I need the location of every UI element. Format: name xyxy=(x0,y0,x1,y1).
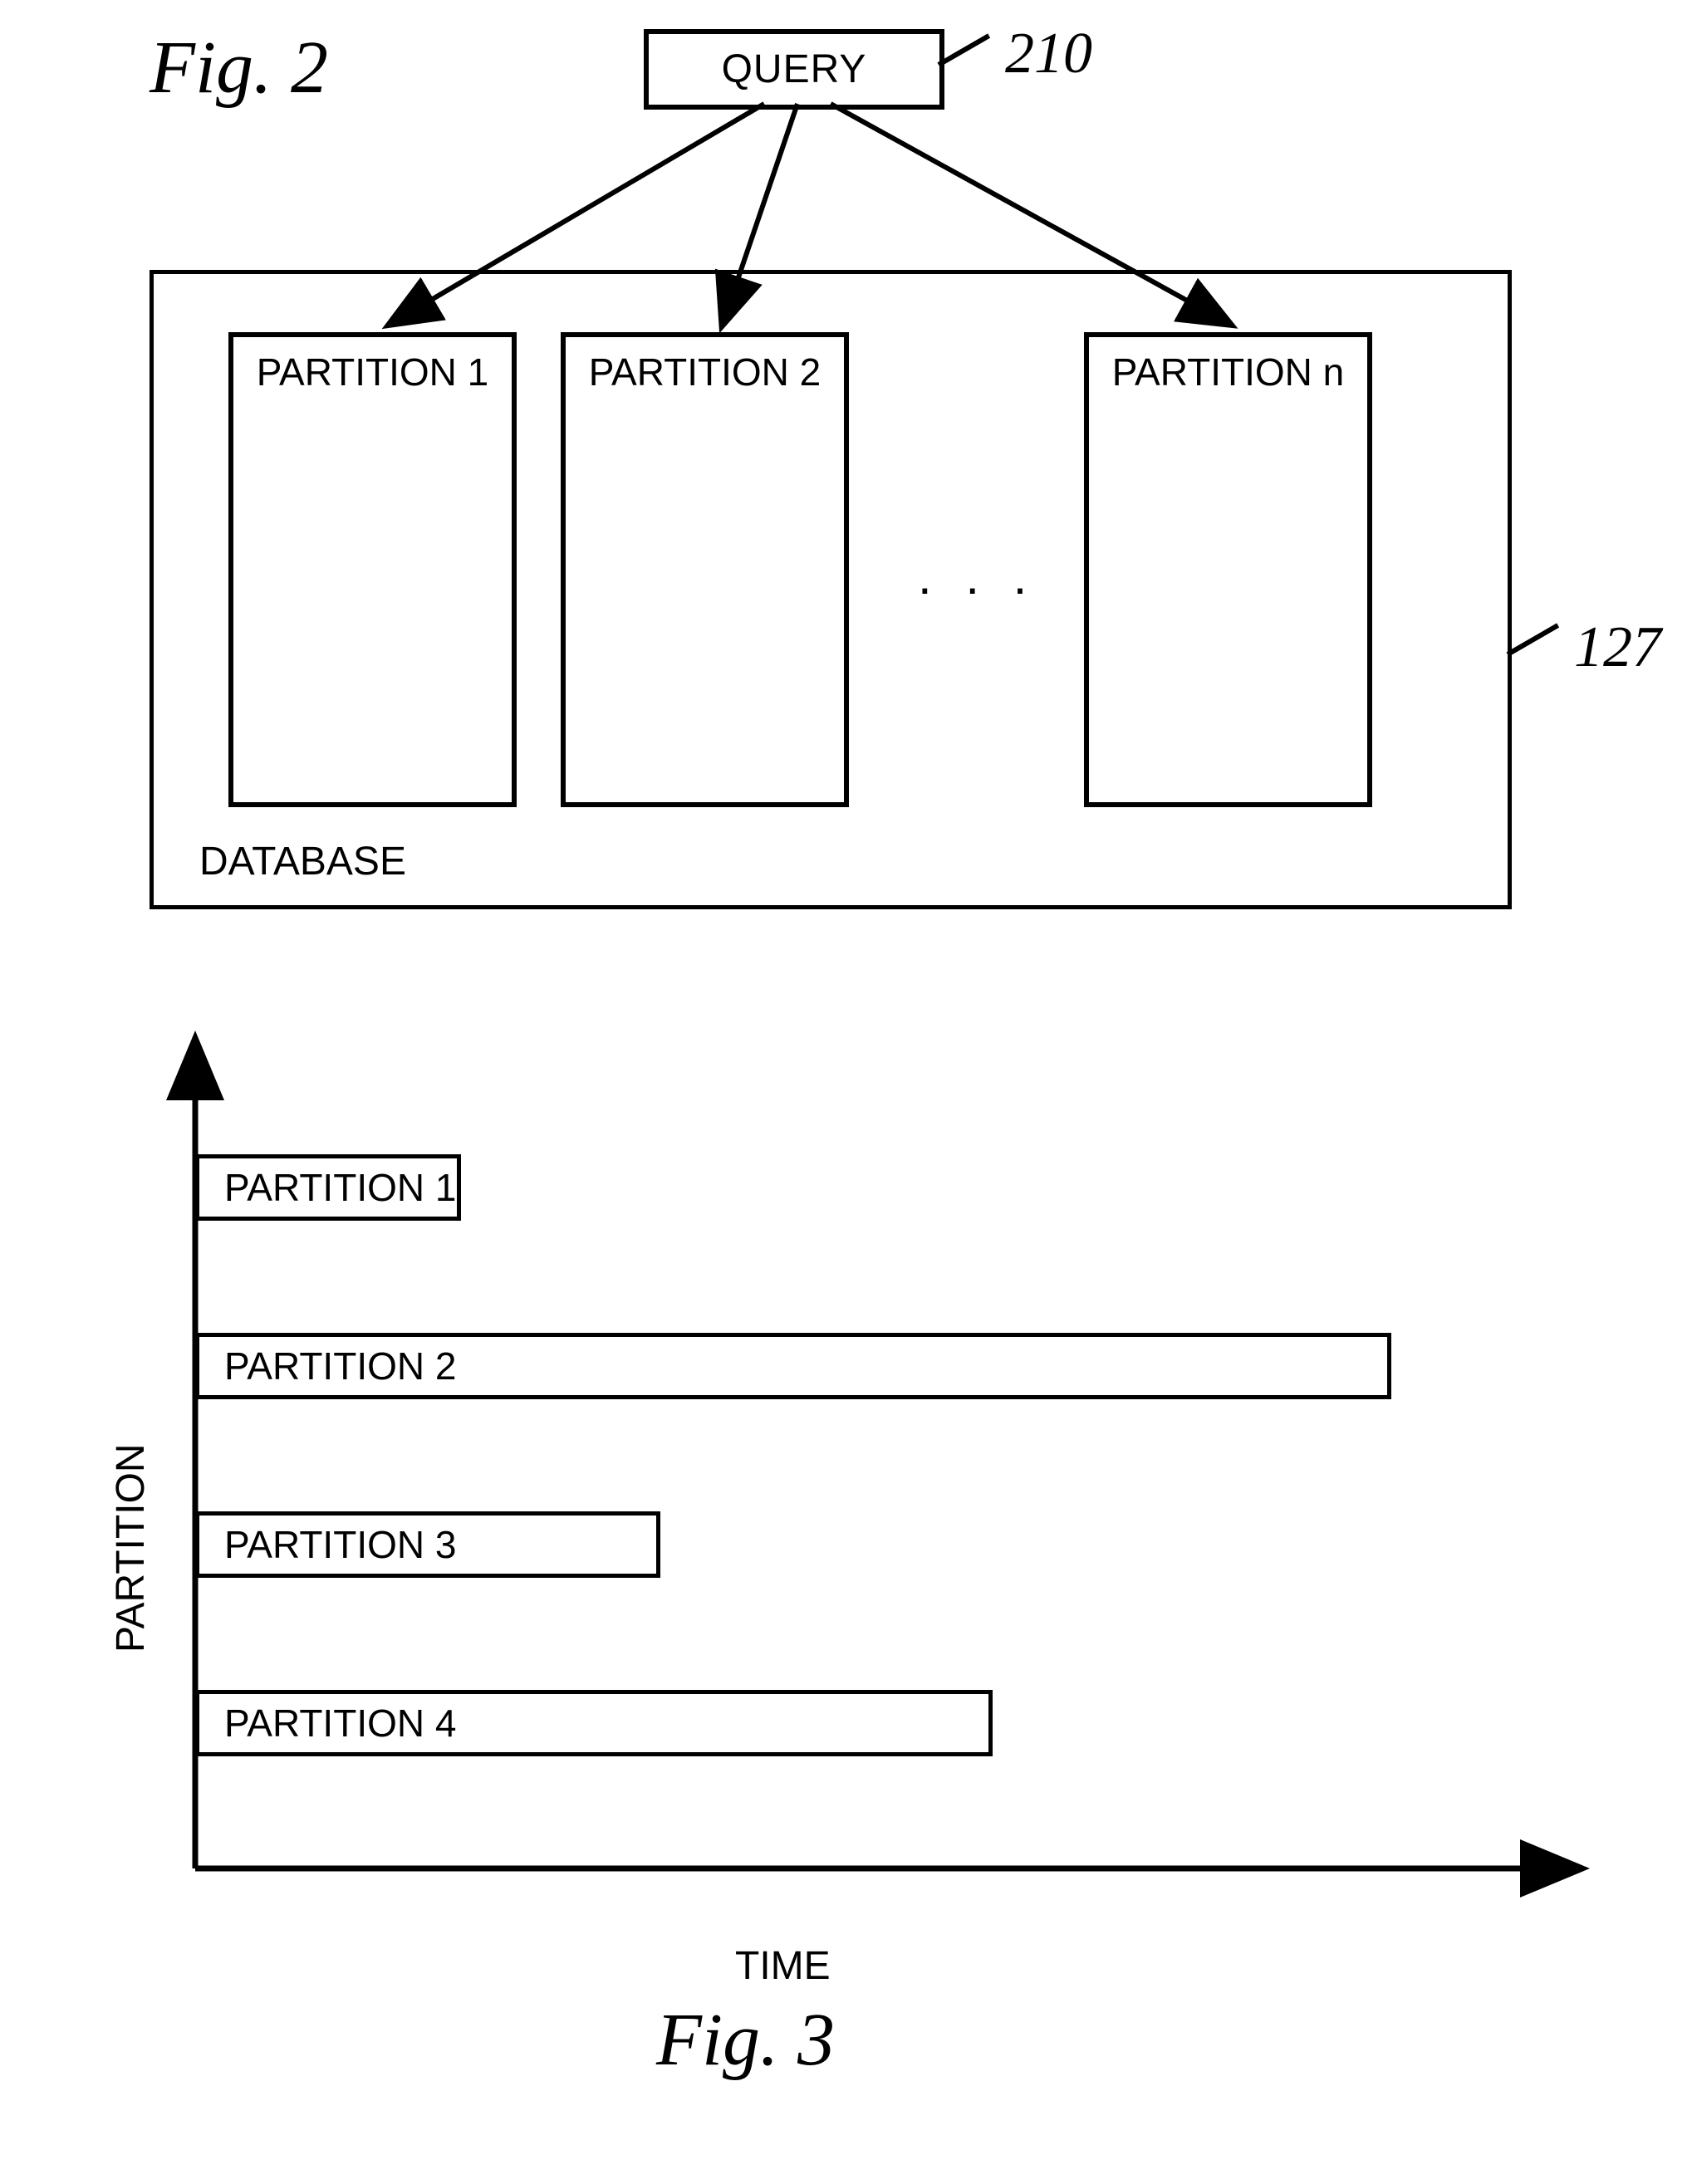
partition-2-label: PARTITION 2 xyxy=(566,350,844,394)
figure-3-title: Fig. 3 xyxy=(656,1997,835,2083)
partition-1-label: PARTITION 1 xyxy=(233,350,512,394)
partition-1-box: PARTITION 1 xyxy=(228,332,517,807)
partition-n-box: PARTITION n xyxy=(1084,332,1372,807)
chart-fig3: PARTITION 1 PARTITION 2 PARTITION 3 PARTITI… xyxy=(0,1021,1692,2184)
database-label: DATABASE xyxy=(199,839,406,884)
bar-partition-3: PARTITION 3 xyxy=(195,1511,660,1578)
y-axis-label: PARTITION xyxy=(108,1443,154,1653)
bar-label-partition-1: PARTITION 1 xyxy=(224,1165,456,1210)
bar-label-partition-3: PARTITION 3 xyxy=(224,1522,456,1567)
bars-container: PARTITION 1 PARTITION 2 PARTITION 3 PARTITI… xyxy=(195,1121,1524,1868)
page: Fig. 2 QUERY 210 PARTITION 1 PARTITION 2… xyxy=(0,0,1692,2183)
ellipsis: . . . xyxy=(918,548,1037,605)
partition-2-box: PARTITION 2 xyxy=(561,332,849,807)
bar-partition-1: PARTITION 1 xyxy=(195,1154,461,1221)
ref-num-127: 127 xyxy=(1574,615,1661,681)
database-box: PARTITION 1 PARTITION 2 . . . PARTITION … xyxy=(150,270,1512,909)
bar-partition-4: PARTITION 4 xyxy=(195,1690,993,1756)
x-axis-label: TIME xyxy=(735,1943,831,1989)
bar-label-partition-2: PARTITION 2 xyxy=(224,1344,456,1388)
partition-n-label: PARTITION n xyxy=(1089,350,1367,394)
bar-partition-2: PARTITION 2 xyxy=(195,1333,1391,1399)
bar-label-partition-4: PARTITION 4 xyxy=(224,1701,456,1746)
